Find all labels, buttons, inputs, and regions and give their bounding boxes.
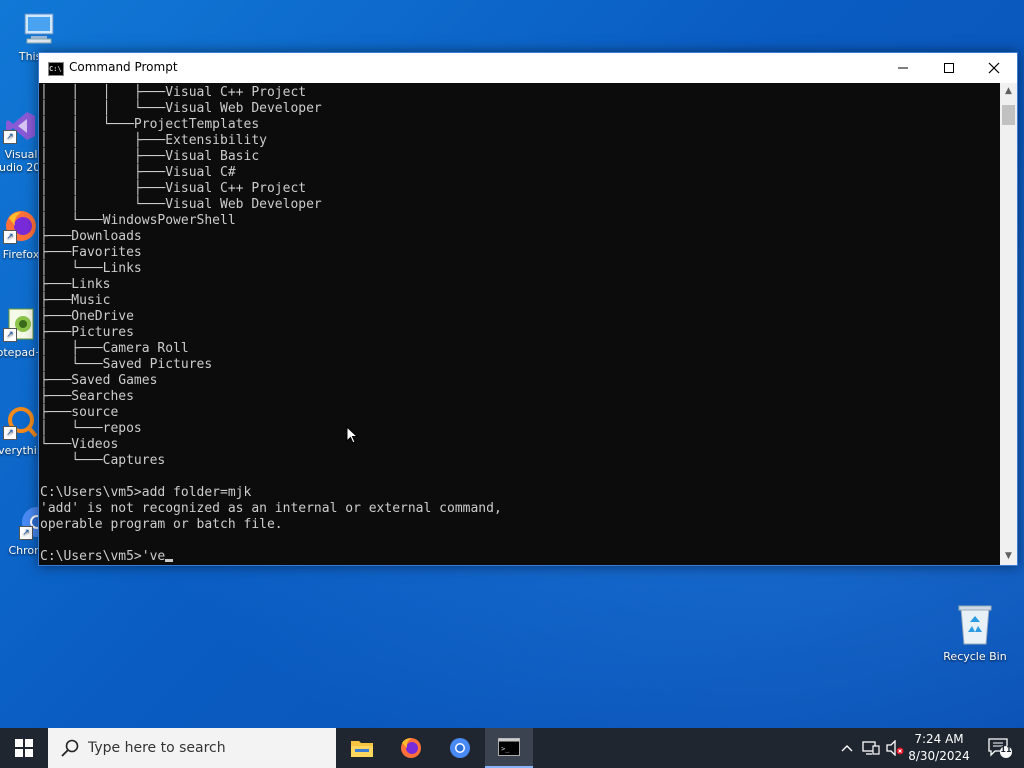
visual-studio-icon: ↗ [3, 108, 39, 144]
clock-time: 7:24 AM [914, 732, 964, 746]
chromium-icon [450, 738, 470, 758]
minimize-icon [898, 67, 908, 69]
console-text: │ │ │ ├───Visual C++ Project │ │ │ └───Vi… [39, 83, 999, 549]
console-line: │ └───Saved Pictures [40, 357, 213, 372]
everything-search-icon: ↗ [3, 404, 39, 440]
console-line: │ └───WindowsPowerShell [40, 213, 236, 228]
taskbar-search-box[interactable]: Type here to search [48, 728, 336, 768]
console-line: │ │ └───ProjectTemplates [40, 117, 260, 132]
console-line: │ │ ├───Visual Basic [40, 149, 260, 164]
desktop-icon-recycle-bin[interactable]: Recycle Bin [940, 602, 1010, 663]
console-line: 'add' is not recognized as an internal o… [40, 501, 502, 516]
console-line: │ │ │ ├───Visual C++ Project [40, 85, 307, 100]
taskbar: Type here to search >_ 7:24 AM 8/30/2024… [0, 728, 1024, 768]
maximize-button[interactable] [926, 53, 972, 83]
console-line: ├───Links [40, 277, 111, 292]
shortcut-arrow-icon: ↗ [3, 426, 17, 440]
command-prompt-icon: >_ [498, 738, 520, 756]
network-icon [862, 741, 880, 755]
computer-icon [21, 10, 57, 46]
shortcut-arrow-icon: ↗ [3, 328, 17, 342]
svg-text:>_: >_ [501, 745, 510, 753]
console-current-input[interactable]: 've [142, 549, 165, 564]
shortcut-arrow-icon: ↗ [3, 130, 17, 144]
search-placeholder: Type here to search [88, 740, 226, 756]
console-line: │ │ ├───Visual C# [40, 165, 236, 180]
show-hidden-icons-button[interactable] [838, 728, 856, 768]
console-line: │ │ ├───Extensibility [40, 133, 267, 148]
firefox-icon: ↗ [3, 208, 39, 244]
windows-logo-icon [15, 739, 33, 757]
text-cursor [165, 559, 174, 562]
console-line: ├───source [40, 405, 119, 420]
command-prompt-window[interactable]: C:\ Command Prompt │ │ │ ├───Visual C++ … [38, 52, 1018, 566]
console-line: │ ├───Camera Roll [40, 341, 189, 356]
console-line: └───Videos [40, 437, 119, 452]
maximize-icon [944, 63, 954, 73]
chevron-up-icon [841, 745, 853, 752]
scroll-up-arrow-icon[interactable]: ▲ [1000, 83, 1017, 100]
console-line: │ └───Links [40, 261, 142, 276]
console-line: ├───Downloads [40, 229, 142, 244]
scrollbar-thumb[interactable] [1002, 105, 1015, 125]
folder-icon [351, 741, 373, 757]
console-line: ├───Searches [40, 389, 134, 404]
console-line: ├───Pictures [40, 325, 134, 340]
console-line: │ │ └───Visual Web Developer [40, 197, 322, 212]
console-line: │ └───repos [40, 421, 142, 436]
close-button[interactable] [971, 53, 1017, 83]
console-line: ├───Favorites [40, 245, 142, 260]
console-prompt: C:\Users\vm5> [40, 549, 142, 564]
notepad-plus-plus-icon: ↗ [3, 306, 39, 342]
taskbar-clock[interactable]: 7:24 AM 8/30/2024 [900, 731, 978, 765]
console-output[interactable]: │ │ │ ├───Visual C++ Project │ │ │ └───Vi… [39, 83, 999, 565]
taskbar-firefox[interactable] [387, 728, 435, 768]
console-line: └───Captures [40, 453, 166, 468]
console-line: ├───OneDrive [40, 309, 134, 324]
taskbar-command-prompt[interactable]: >_ [485, 728, 533, 768]
console-line: operable program or batch file. [40, 517, 283, 532]
clock-date: 8/30/2024 [908, 749, 970, 763]
window-title-bar[interactable]: C:\ Command Prompt [39, 53, 1017, 83]
scroll-down-arrow-icon[interactable]: ▼ [1000, 548, 1017, 565]
vertical-scrollbar[interactable]: ▲ ▼ [1000, 83, 1017, 565]
action-center-button[interactable]: 11 [980, 728, 1020, 768]
mouse-pointer-icon [346, 426, 359, 444]
console-line: │ │ │ └───Visual Web Developer [40, 101, 322, 116]
taskbar-file-explorer[interactable] [338, 728, 386, 768]
console-line: ├───Saved Games [40, 373, 158, 388]
command-prompt-icon: C:\ [48, 62, 64, 76]
recycle-bin-icon [955, 602, 995, 646]
search-icon [61, 739, 79, 757]
minimize-button[interactable] [880, 53, 926, 83]
shortcut-arrow-icon: ↗ [3, 230, 17, 244]
start-button[interactable] [0, 728, 48, 768]
taskbar-chromium[interactable] [436, 728, 484, 768]
desktop-icon-label: Recycle Bin [943, 650, 1007, 663]
network-status[interactable] [860, 728, 882, 768]
console-line: ├───Music [40, 293, 111, 308]
firefox-icon [401, 738, 421, 758]
notification-count-badge: 11 [1000, 745, 1012, 754]
console-line: │ │ ├───Visual C++ Project [40, 181, 307, 196]
console-input-line[interactable]: C:\Users\vm5>'ve [39, 549, 999, 565]
console-line: C:\Users\vm5>add folder=mjk [40, 485, 252, 500]
window-title: Command Prompt [69, 60, 178, 74]
close-icon [988, 62, 1000, 74]
shortcut-arrow-icon: ↗ [19, 526, 33, 540]
